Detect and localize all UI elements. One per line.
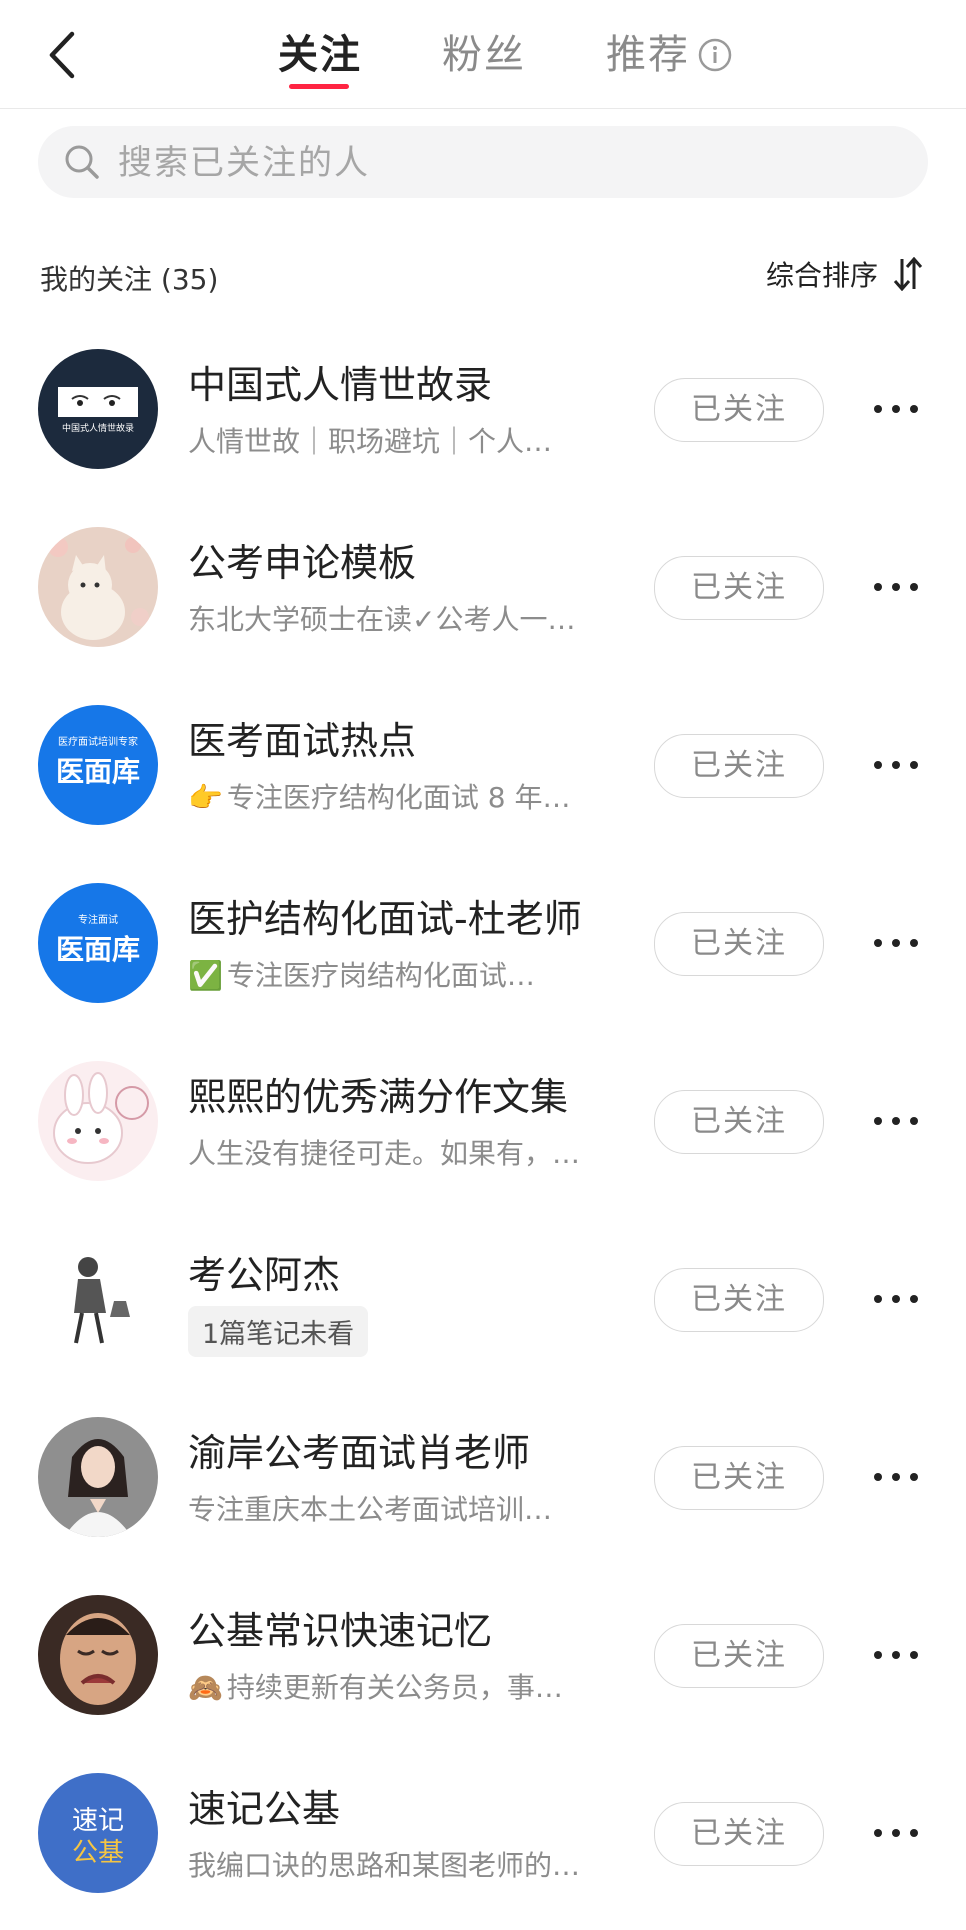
avatar[interactable]: 速记公基	[38, 1773, 158, 1893]
following-button[interactable]: 已关注	[654, 1802, 824, 1866]
list-item[interactable]: 熙熙的优秀满分作文集 人生没有捷径可走。如果有，… 已关注	[0, 1040, 966, 1218]
avatar[interactable]: 专注面试 医面库	[38, 883, 158, 1003]
list-item[interactable]: 医疗面试培训专家 医面库 医考面试热点 👉 专注医疗结构化面试 8 年… 已关注	[0, 684, 966, 862]
list-item[interactable]: 公基常识快速记忆 🙈 持续更新有关公务员，事… 已关注	[0, 1574, 966, 1752]
list-item[interactable]: 渝岸公考面试肖老师 专注重庆本土公考面试培训… 已关注	[0, 1396, 966, 1574]
top-bar: 关注 粉丝 推荐	[0, 0, 966, 109]
unread-notes-badge: 1篇笔记未看	[188, 1306, 369, 1357]
avatar[interactable]: 医疗面试培训专家 医面库	[38, 705, 158, 825]
user-description: 🙈 持续更新有关公务员，事…	[188, 1671, 563, 1704]
more-options-icon[interactable]	[872, 1640, 920, 1670]
more-options-icon[interactable]	[872, 1818, 920, 1848]
tab-following[interactable]: 关注	[278, 28, 362, 82]
following-button[interactable]: 已关注	[654, 734, 824, 798]
avatar-text: 医面库	[56, 755, 140, 788]
avatar-text: 医疗面试培训专家	[58, 735, 138, 748]
list-item[interactable]: 专注面试 医面库 医护结构化面试-杜老师 ✅ 专注医疗岗结构化面试… 已关注	[0, 862, 966, 1040]
following-button[interactable]: 已关注	[654, 1446, 824, 1510]
more-options-icon[interactable]	[872, 572, 920, 602]
user-description: 人情世故｜职场避坑｜个人…	[188, 425, 553, 458]
user-name[interactable]: 熙熙的优秀满分作文集	[188, 1066, 568, 1121]
user-name[interactable]: 渝岸公考面试肖老师	[188, 1422, 530, 1477]
more-options-icon[interactable]	[872, 1284, 920, 1314]
user-name[interactable]: 公基常识快速记忆	[188, 1600, 492, 1655]
following-button[interactable]: 已关注	[654, 1268, 824, 1332]
avatar[interactable]	[38, 1061, 158, 1181]
info-icon[interactable]	[698, 38, 732, 72]
user-description: 专注重庆本土公考面试培训…	[188, 1493, 553, 1526]
sort-button[interactable]: 综合排序	[766, 252, 924, 296]
user-name[interactable]: 医考面试热点	[188, 710, 416, 765]
tab-followers[interactable]: 粉丝	[442, 28, 526, 82]
following-button[interactable]: 已关注	[654, 378, 824, 442]
active-tab-indicator	[289, 84, 349, 89]
sort-arrows-icon	[892, 256, 924, 292]
more-options-icon[interactable]	[872, 1106, 920, 1136]
see-no-evil-monkey-icon: 🙈	[188, 1671, 223, 1704]
more-options-icon[interactable]	[872, 750, 920, 780]
section-title: 我的关注 (35)	[40, 263, 219, 296]
back-arrow-icon[interactable]	[42, 28, 86, 82]
user-description: ✅ 专注医疗岗结构化面试…	[188, 959, 535, 992]
pointing-hand-icon: 👉	[188, 781, 223, 814]
following-button[interactable]: 已关注	[654, 1090, 824, 1154]
avatar-text: 中国式人情世故录	[62, 422, 134, 434]
user-name[interactable]: 医护结构化面试-杜老师	[188, 888, 582, 943]
more-options-icon[interactable]	[872, 928, 920, 958]
user-name[interactable]: 速记公基	[188, 1778, 340, 1833]
user-description: 我编口诀的思路和某图老师的…	[188, 1849, 581, 1882]
avatar[interactable]	[38, 1239, 158, 1359]
list-item[interactable]: 公考申论模板 东北大学硕士在读✓公考人一… 已关注	[0, 506, 966, 684]
following-button[interactable]: 已关注	[654, 912, 824, 976]
check-mark-icon: ✅	[188, 959, 223, 992]
sort-label: 综合排序	[765, 259, 878, 292]
list-item[interactable]: 速记公基 速记公基 我编口诀的思路和某图老师的… 已关注	[0, 1752, 966, 1930]
more-options-icon[interactable]	[872, 394, 920, 424]
search-icon	[62, 142, 102, 182]
user-description: 👉 专注医疗结构化面试 8 年…	[188, 781, 571, 814]
user-name[interactable]: 考公阿杰	[188, 1244, 340, 1299]
avatar-text: 医面库	[56, 933, 140, 966]
avatar[interactable]: 中国式人情世故录	[38, 349, 158, 469]
user-description: 东北大学硕士在读✓公考人一…	[188, 603, 576, 636]
more-options-icon[interactable]	[872, 1462, 920, 1492]
tab-recommended[interactable]: 推荐	[606, 28, 690, 82]
user-name[interactable]: 中国式人情世故录	[188, 354, 492, 409]
following-list: 中国式人情世故录 中国式人情世故录 人情世故｜职场避坑｜个人… 已关注 公考申论…	[0, 328, 966, 1930]
list-item[interactable]: 中国式人情世故录 中国式人情世故录 人情世故｜职场避坑｜个人… 已关注	[0, 328, 966, 506]
avatar[interactable]	[38, 527, 158, 647]
avatar[interactable]	[38, 1595, 158, 1715]
following-button[interactable]: 已关注	[654, 1624, 824, 1688]
user-name[interactable]: 公考申论模板	[188, 532, 416, 587]
list-item[interactable]: 考公阿杰 1篇笔记未看 已关注	[0, 1218, 966, 1396]
user-description: 人生没有捷径可走。如果有，…	[188, 1137, 581, 1170]
following-button[interactable]: 已关注	[654, 556, 824, 620]
search-bar[interactable]	[38, 126, 928, 200]
avatar-text: 专注面试	[78, 913, 118, 926]
search-input[interactable]	[116, 126, 900, 200]
avatar[interactable]	[38, 1417, 158, 1537]
